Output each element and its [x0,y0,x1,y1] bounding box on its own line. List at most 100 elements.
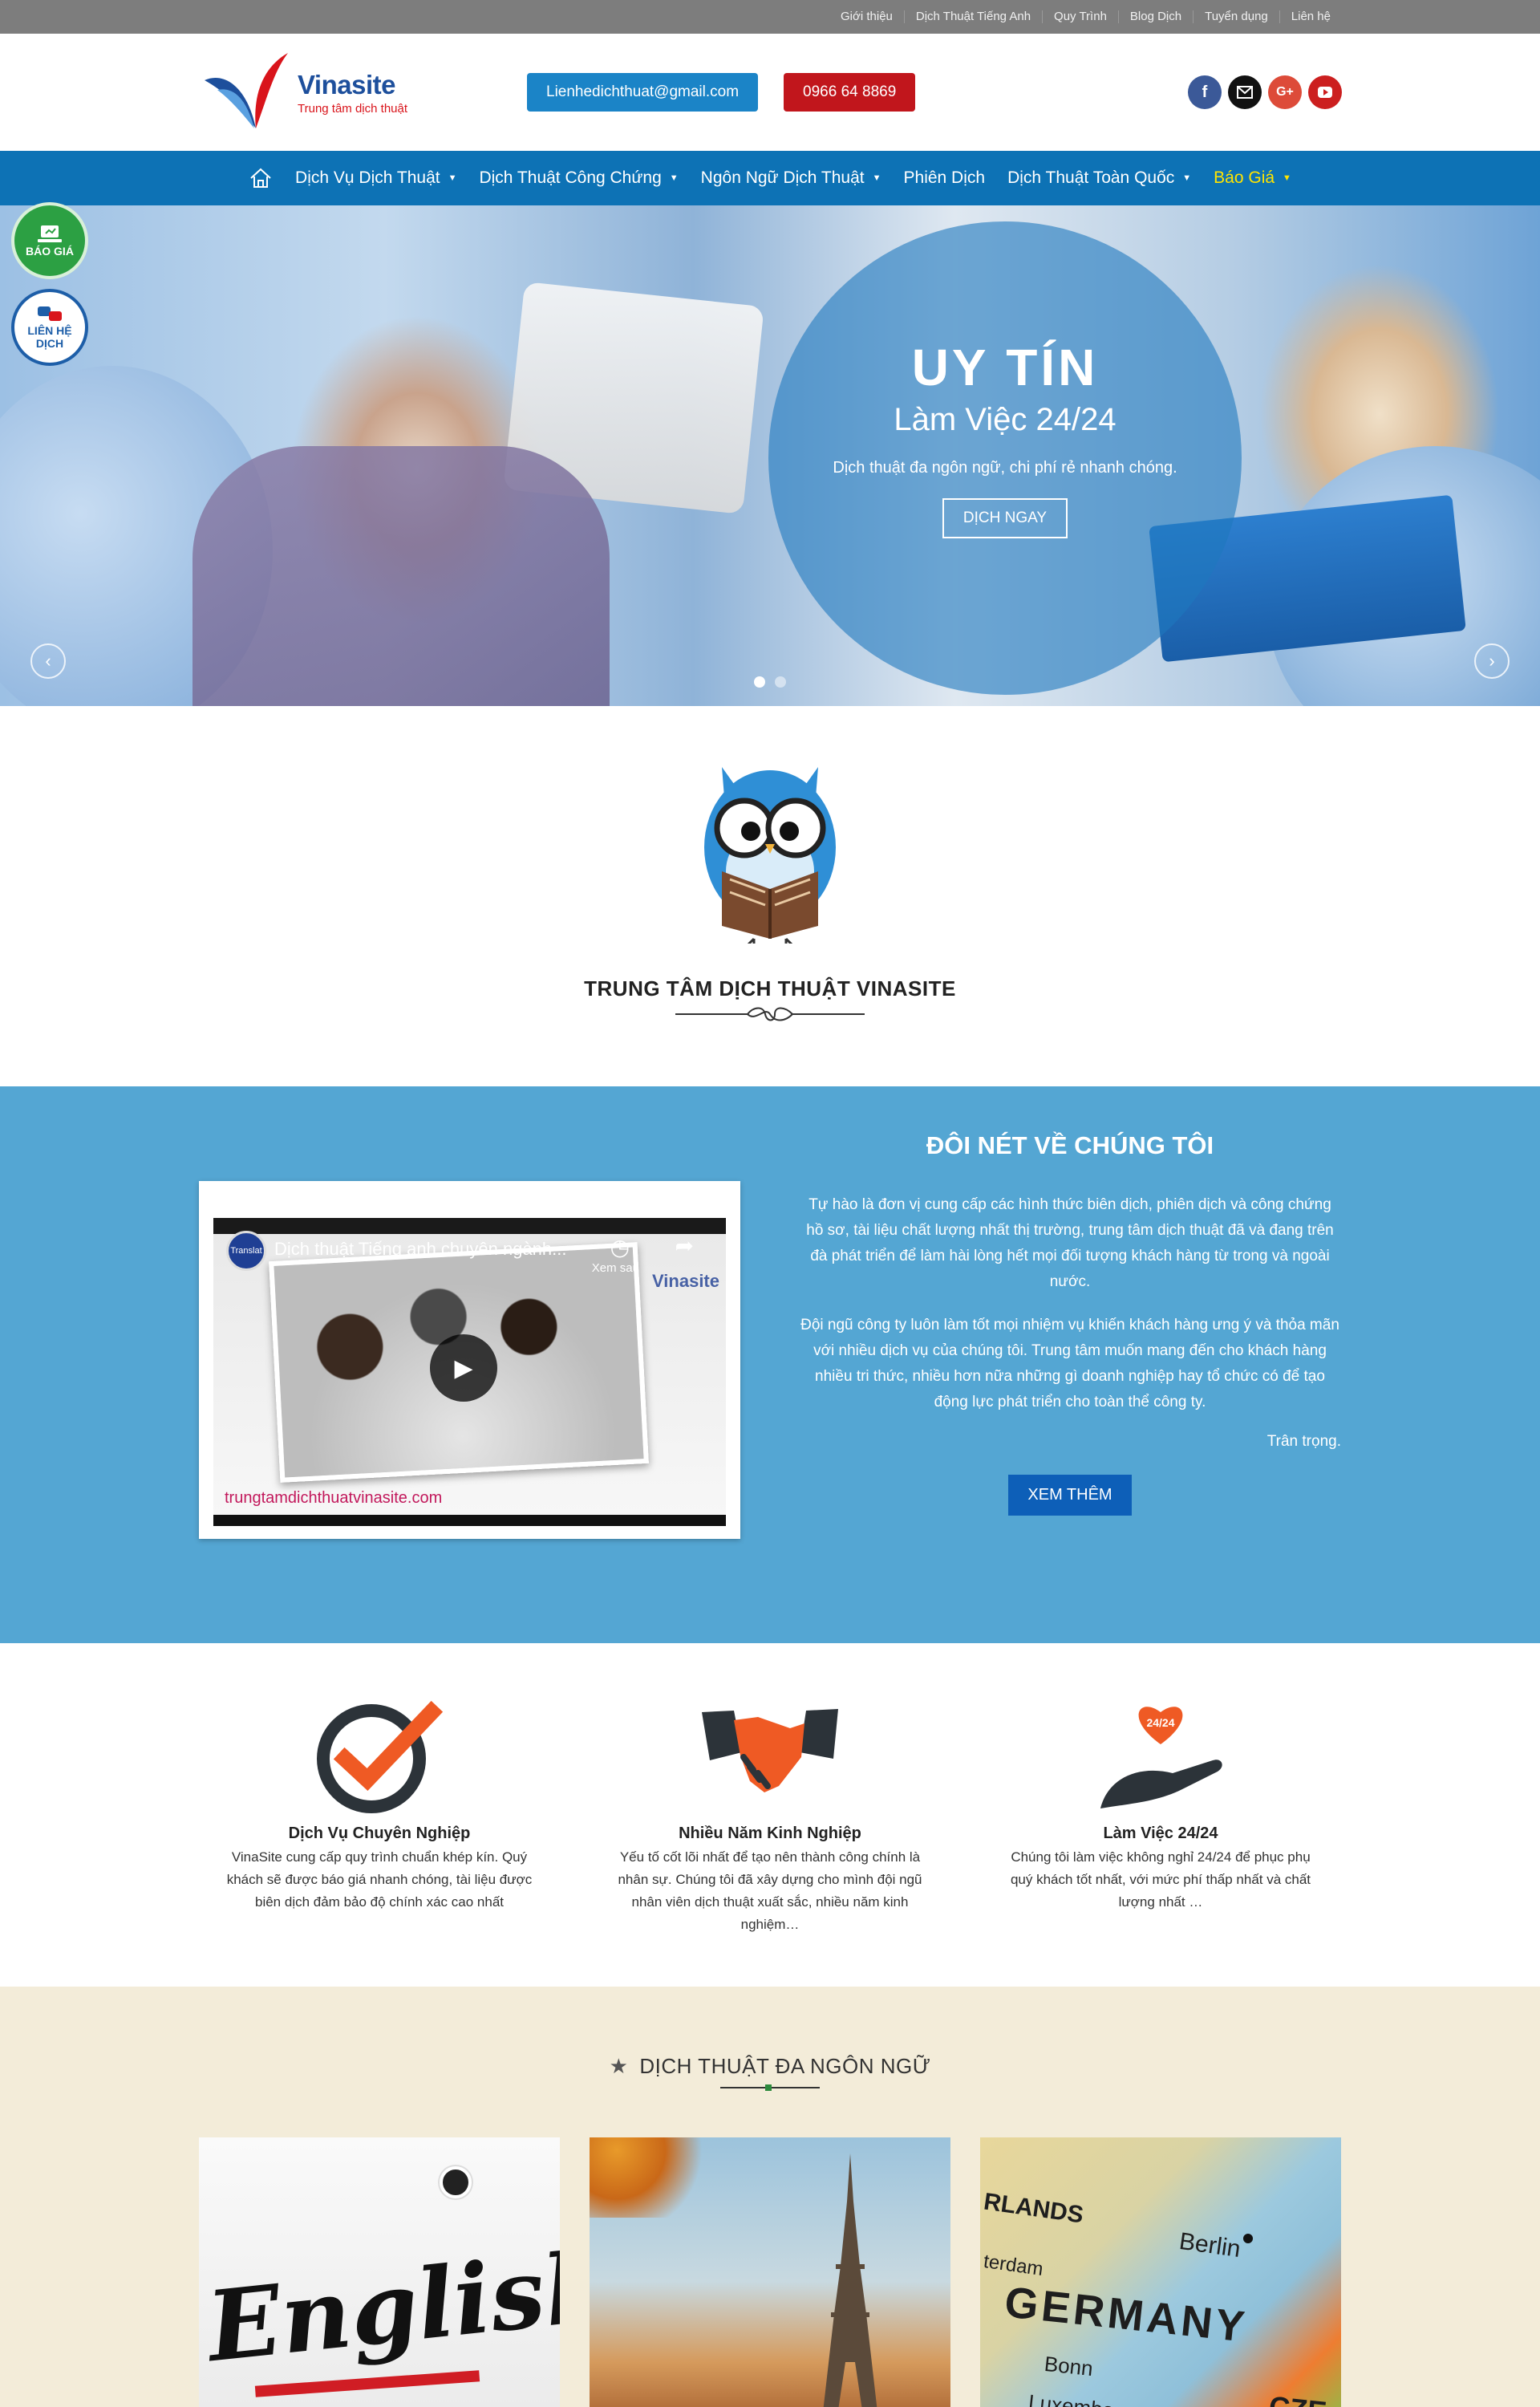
feature-description-line: khách sẽ được báo giá nhanh chóng, tài l… [226,1872,533,1887]
hero-slider: UY TÍN Làm Việc 24/24 Dịch thuật đa ngôn… [0,205,1540,706]
city-dot [1243,2234,1253,2243]
owl-mascot-icon [704,767,836,944]
read-more-button[interactable]: XEM THÊM [1008,1475,1132,1516]
channel-avatar[interactable]: Translat [226,1231,266,1271]
feature-247: 24/24 Làm Việc 24/24 Chúng tôi làm việc … [988,1696,1333,1914]
nav-label: Dịch Thuật Toàn Quốc [1007,168,1175,187]
feature-description: Yếu tố cốt lõi nhất để tạo nên thành côn… [598,1846,942,1936]
slider-next-icon[interactable]: › [1474,643,1510,679]
intro-section: TRUNG TÂM DỊCH THUẬT VINASITE [0,706,1540,1086]
nav-item-pricing[interactable]: Báo Giá ▼ [1202,168,1303,188]
phone-button[interactable]: 0966 64 8869 [784,73,916,112]
feature-description-line: nhân sự. Chúng tôi đã xây dựng cho mình … [618,1872,922,1887]
map-label: Berlin [1177,2227,1242,2263]
chevron-down-icon: ▼ [669,173,679,183]
logo-tagline: Trung tâm dịch thuật [298,101,408,116]
feature-description-line: VinaSite cung cấp quy trình chuẩn khép k… [231,1849,528,1865]
google-plus-icon[interactable]: G+ [1268,75,1302,109]
slider-dot-2[interactable] [775,676,786,688]
header: Vinasite Trung tâm dịch thuật Lienhedich… [0,34,1540,151]
about-text: ĐÔI NÉT VỀ CHÚNG TÔI Tự hào là đơn vị cu… [799,1131,1341,1516]
languages-section: ★ DỊCH THUẬT ĐA NGÔN NGỮ English RLANDS B… [0,1987,1540,2407]
nav-item-languages[interactable]: Ngôn Ngữ Dịch Thuật ▼ [690,168,893,188]
play-icon[interactable]: ▶ [430,1334,497,1402]
feature-title: Làm Việc 24/24 [1103,1825,1218,1842]
floating-contact-label-1: LIÊN HỆ [27,324,72,337]
home-icon[interactable] [237,167,284,189]
english-card-text: English [202,2228,560,2385]
intro-title: TRUNG TÂM DỊCH THUẬT VINASITE [584,976,956,1001]
feature-description-line: nhân viên dịch thuật xuất sắc, nhiều năm… [631,1894,909,1910]
email-button[interactable]: Lienhedichthuat@gmail.com [527,73,759,112]
vinasite-logo-icon [205,53,288,128]
video-title[interactable]: Dịch thuật Tiếng anh chuyên ngành... [274,1239,566,1260]
chevron-down-icon: ▼ [1182,173,1192,183]
feature-description-line: lượng nhất … [1118,1894,1203,1910]
share-icon[interactable]: ➦ [675,1232,694,1259]
nav-item-nationwide[interactable]: Dịch Thuật Toàn Quốc ▼ [996,168,1202,188]
clock-icon[interactable]: ◷ [610,1234,630,1260]
hero-cta-button[interactable]: DỊCH NGAY [942,498,1068,538]
video-player[interactable]: Translat Dịch thuật Tiếng anh chuyên ngà… [213,1218,726,1526]
about-signature: Trân trọng. [1266,1433,1341,1450]
topbar-link-english[interactable]: Dịch Thuật Tiếng Anh [903,10,1042,23]
feature-description: Chúng tôi làm việc không nghỉ 24/24 để p… [988,1846,1333,1914]
feature-professional: Dịch Vụ Chuyên Nghiệp VinaSite cung cấp … [207,1696,552,1914]
topbar-link-blog[interactable]: Blog Dịch [1117,10,1193,23]
floating-quote-label: BÁO GIÁ [26,245,74,258]
chevron-down-icon: ▼ [872,173,881,183]
video-brand-watermark: Vinasite [652,1271,719,1291]
topbar-link-about[interactable]: Giới thiệu [829,10,904,23]
languages-title-text: DỊCH THUẬT ĐA NGÔN NGỮ [639,2054,931,2078]
nav-item-translation-services[interactable]: Dịch Vụ Dịch Thuật ▼ [284,168,468,188]
map-label: GERMANY [1002,2278,1250,2352]
video-embed[interactable]: Translat Dịch thuật Tiếng anh chuyên ngà… [199,1181,740,1539]
autumn-leaves [590,2137,718,2218]
map-label: terdam [982,2250,1045,2281]
youtube-icon[interactable] [1308,75,1342,109]
feature-description-line: nghiệm… [740,1917,800,1932]
topbar-link-jobs[interactable]: Tuyển dụng [1193,10,1279,23]
chat-bubbles-icon [38,306,62,321]
video-url-text: trungtamdichthuatvinasite.com [225,1489,443,1507]
topbar-link-contact[interactable]: Liên hệ [1279,10,1342,23]
hero-photo-person [192,446,610,706]
map-label: RLANDS [982,2188,1085,2229]
facebook-icon[interactable]: f [1188,75,1222,109]
laptop-icon [38,225,62,242]
about-title: ĐÔI NÉT VỀ CHÚNG TÔI [926,1131,1214,1159]
topbar-link-process[interactable]: Quy Trình [1042,10,1118,23]
social-links: f G+ [1188,75,1342,109]
top-bar: Giới thiệu Dịch Thuật Tiếng Anh Quy Trìn… [0,0,1540,34]
nav-item-interpretation[interactable]: Phiên Dịch [893,168,997,188]
languages-title: ★ DỊCH THUẬT ĐA NGÔN NGỮ [0,2054,1540,2079]
email-icon[interactable] [1228,75,1262,109]
feature-description-line: Yếu tố cốt lõi nhất để tạo nên thành côn… [619,1849,921,1865]
hero-description: Dịch thuật đa ngôn ngữ, chi phí rẻ nhanh… [833,459,1177,477]
german-card[interactable]: RLANDS Berlin terdam GERMANY Bonn Luxemb… [980,2137,1341,2407]
feature-description-line: biên dịch đảm bảo độ chính xác cao nhất [255,1894,504,1910]
title-underline-icon [720,2084,820,2091]
floating-quote-button[interactable]: BÁO GIÁ [11,202,88,279]
slider-dot-1[interactable] [754,676,765,688]
site-logo[interactable]: Vinasite Trung tâm dịch thuật [198,48,527,136]
nav-item-notarized-translation[interactable]: Dịch Thuật Công Chứng ▼ [468,168,689,188]
ornament-divider-icon [675,1007,865,1021]
slider-prev-icon[interactable]: ‹ [30,643,66,679]
star-icon: ★ [609,2054,629,2078]
feature-description-line: quý khách tốt nhất, với mức phí thấp nhấ… [1010,1872,1311,1887]
english-card[interactable]: English [199,2137,560,2407]
watch-later-label: Xem sau [591,1261,639,1275]
features-section: Dịch Vụ Chuyên Nghiệp VinaSite cung cấp … [0,1643,1540,1987]
coffee-cup-icon [440,2166,472,2198]
french-card[interactable] [590,2137,950,2407]
checkmark-icon [317,1700,444,1813]
map-label: CZE [1267,2389,1328,2407]
nav-label: Báo Giá [1214,168,1275,187]
nav-label: Dịch Thuật Công Chứng [479,168,662,187]
floating-contact-button[interactable]: LIÊN HỆ DỊCH [11,289,88,366]
feature-description-line: Chúng tôi làm việc không nghỉ 24/24 để p… [1011,1849,1311,1865]
nav-label: Phiên Dịch [903,168,986,187]
feature-title: Nhiều Năm Kinh Nghiệp [679,1825,861,1842]
heart-badge-text: 24/24 [1146,1716,1174,1729]
